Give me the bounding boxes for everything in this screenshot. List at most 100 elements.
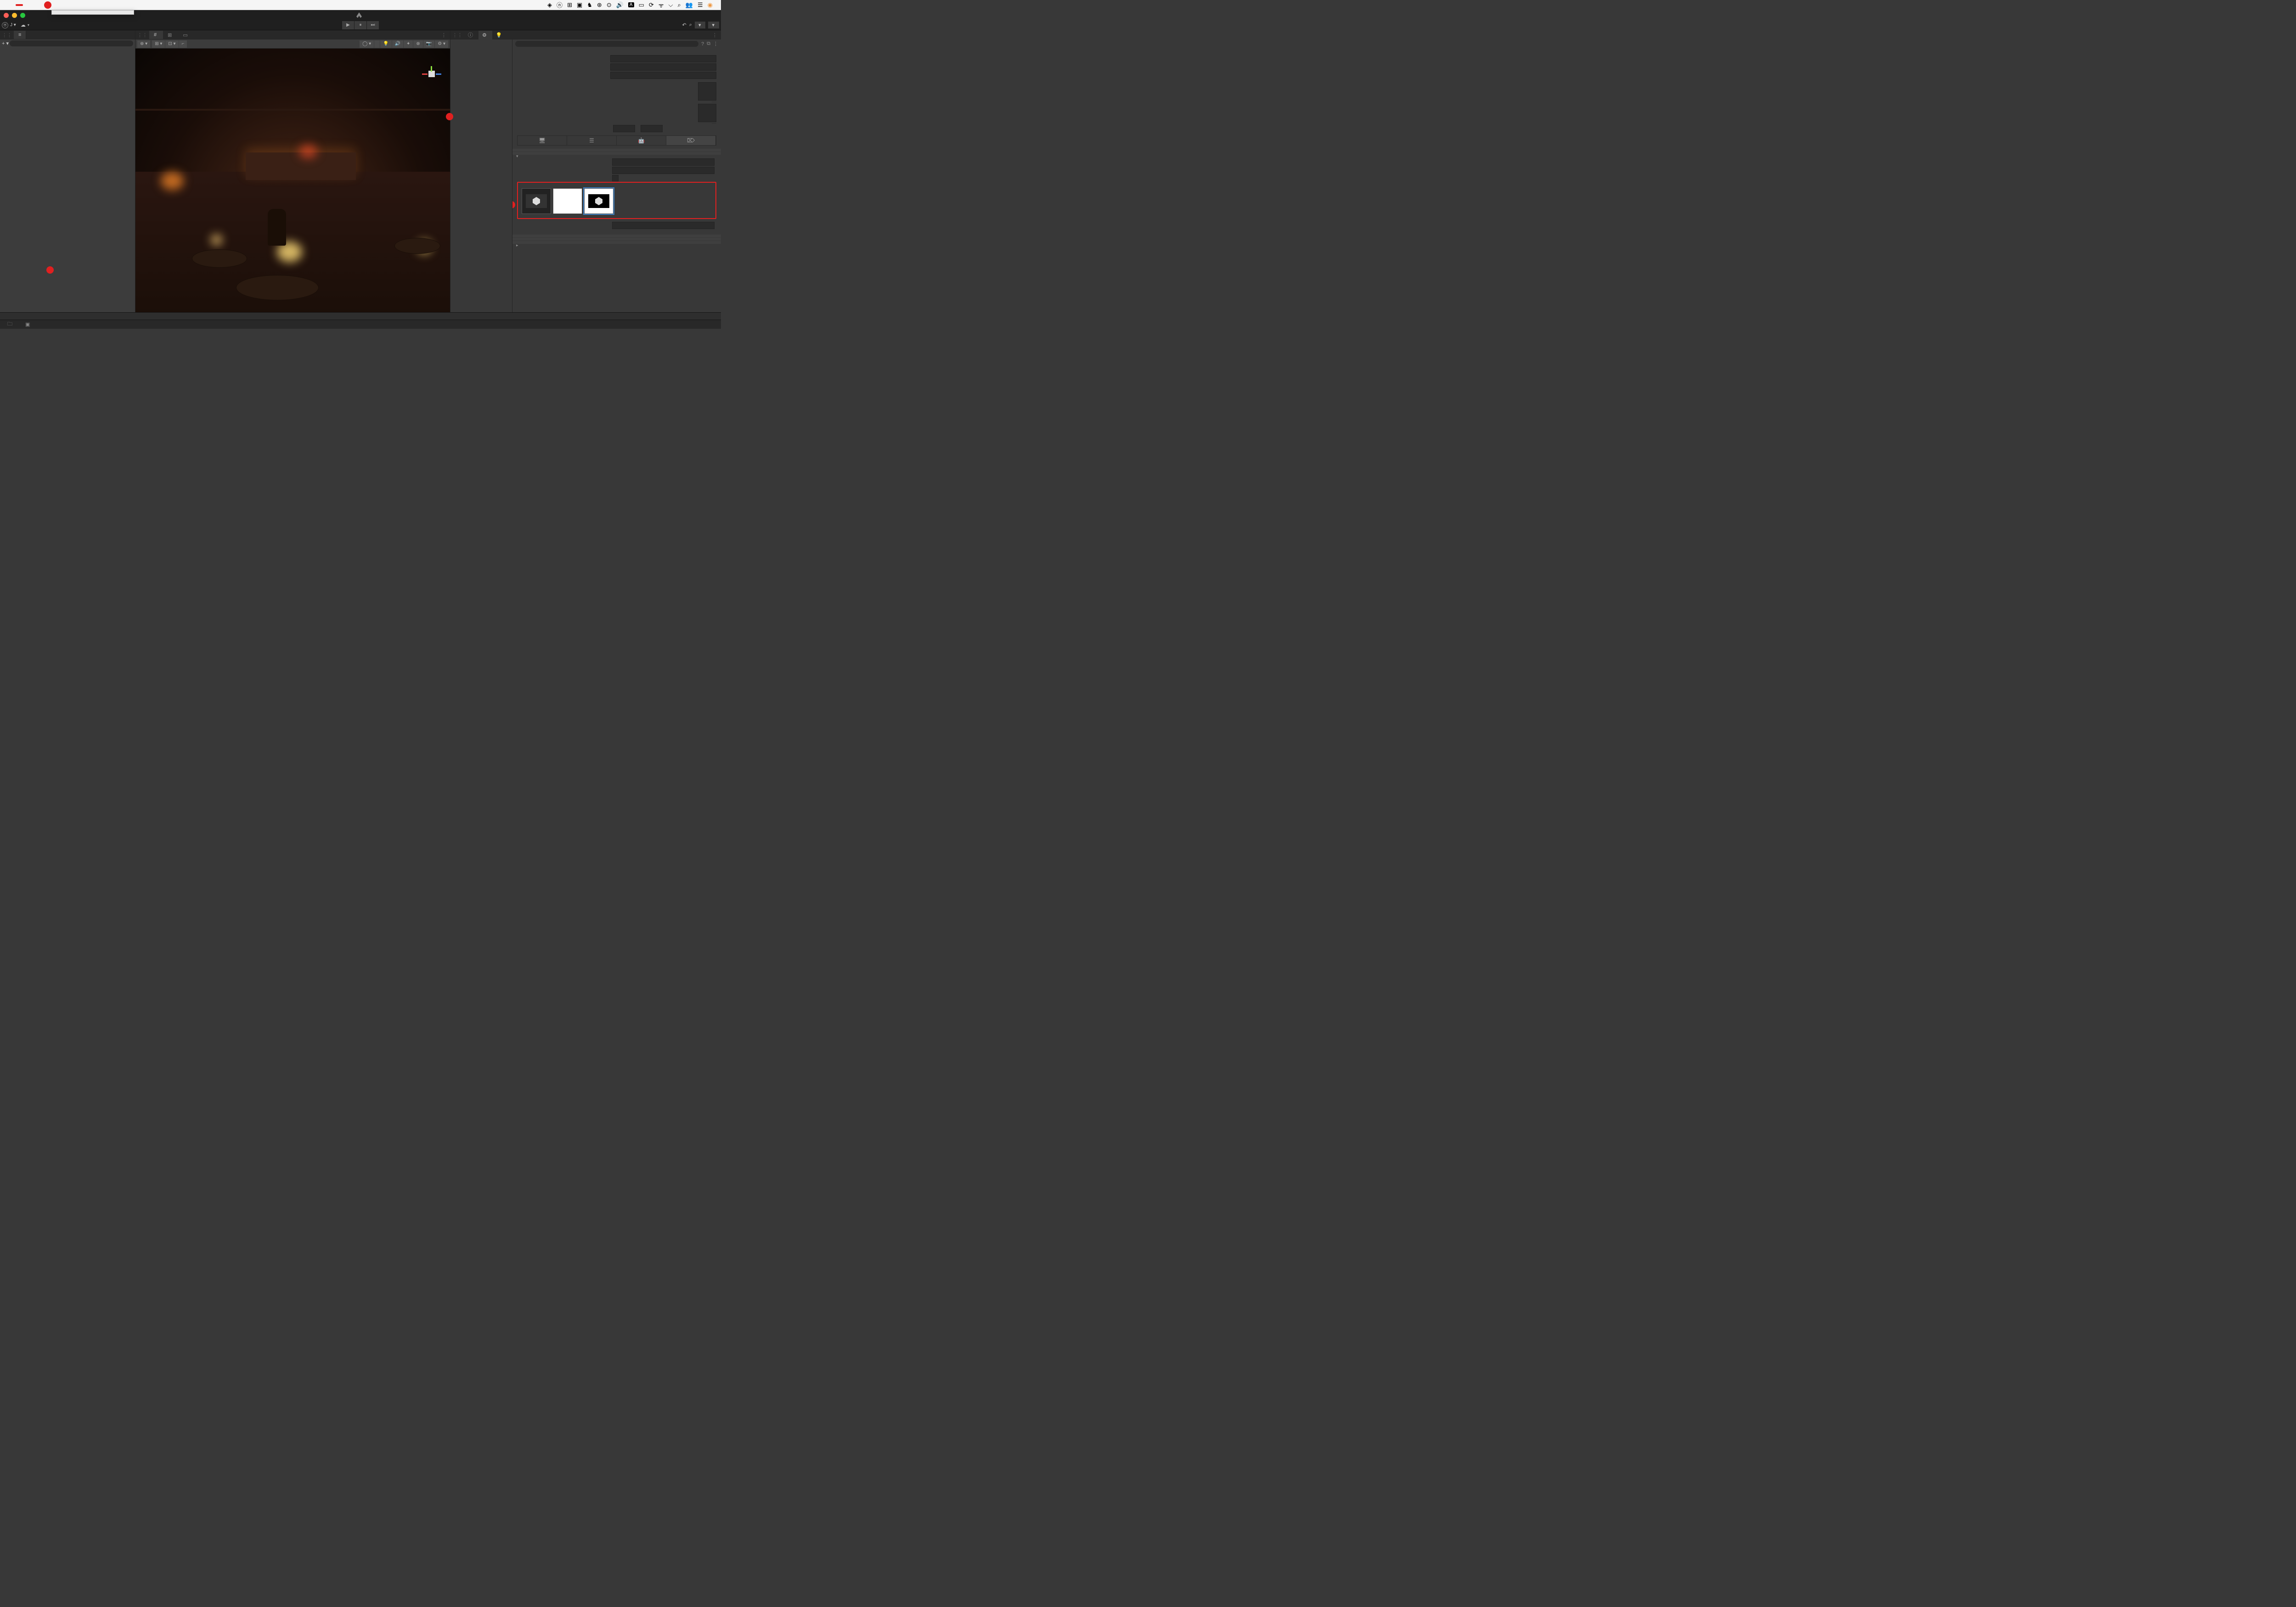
gizmos-dropdown[interactable]: ⚙ ▾ [435, 40, 448, 48]
updates-icon[interactable]: ⟳ [649, 1, 654, 9]
traffic-lights[interactable] [4, 13, 25, 18]
account-icon[interactable]: ⦿ [2, 22, 8, 28]
hierarchy-search-input[interactable] [10, 40, 133, 46]
battery-icon[interactable]: ▭ [639, 1, 644, 9]
lighting-tab[interactable]: 💡 [492, 31, 508, 39]
draw-mode-button[interactable]: ◯ ▾ [360, 40, 374, 48]
hotspot-x-input[interactable] [613, 125, 635, 132]
account-dropdown[interactable]: J ▾ [10, 22, 16, 28]
folder-icon: 🗀 [7, 320, 12, 329]
game-tab[interactable]: ▭ [178, 31, 194, 39]
rewind-icon[interactable]: ⊛ [597, 1, 602, 9]
hotspot-y-input[interactable] [641, 125, 663, 132]
hidden-toggle[interactable]: ⊗ [413, 40, 422, 48]
product-description-input[interactable] [612, 222, 715, 229]
drag-handle-icon[interactable]: ⋮⋮ [0, 32, 14, 38]
info-icon: ⓘ [468, 31, 473, 39]
publishing-section[interactable] [512, 241, 721, 244]
inspector-tab[interactable]: ⓘ [464, 30, 478, 40]
pause-button[interactable]: ⏸ [355, 21, 366, 29]
shared-setting-footnote [514, 230, 719, 233]
animator-tab[interactable]: ⊞ [163, 31, 178, 39]
user-icon[interactable]: 👥 [686, 1, 693, 9]
scene-gizmo[interactable] [420, 62, 443, 85]
2d-toggle[interactable] [374, 40, 380, 48]
help-icon[interactable]: ? [701, 41, 704, 47]
notion-icon[interactable]: ⓝ [557, 0, 563, 9]
platform-standalone[interactable]: 🖥 [518, 136, 567, 145]
canvas-height-input[interactable] [612, 167, 715, 174]
scene-tab[interactable]: # [149, 31, 163, 39]
wifi-icon[interactable]: ᯤ [658, 1, 664, 9]
close-icon[interactable] [4, 13, 9, 18]
bulb-icon: 💡 [496, 32, 502, 38]
version-input[interactable] [610, 72, 716, 79]
platform-webgl[interactable]: ⌦ [666, 136, 716, 145]
bluetooth-icon[interactable]: ⌵ [669, 1, 673, 9]
run-in-bg-checkbox[interactable] [612, 175, 619, 181]
layers-dropdown[interactable]: ▾ [695, 22, 706, 28]
icon-section[interactable] [512, 149, 721, 152]
pivot-local-dropdown[interactable]: ⊕ ▾ [137, 40, 150, 48]
create-dropdown[interactable]: + ▾ [2, 40, 9, 46]
play-button[interactable]: ▶ [342, 21, 354, 29]
hierarchy-tab[interactable]: ≡ [14, 31, 26, 39]
menu-edit[interactable] [16, 4, 23, 6]
drag-handle-icon[interactable]: ⋮⋮ [135, 32, 149, 38]
scene-context-menu[interactable]: ⋮ [438, 32, 450, 38]
canvas-width-input[interactable] [612, 158, 715, 166]
fx-toggle[interactable]: ✦ [404, 40, 413, 48]
square-icon[interactable]: ▣ [577, 1, 582, 9]
cloud-icon[interactable]: ☁ [21, 22, 26, 28]
a-icon[interactable]: A [628, 2, 634, 7]
default-icon-select[interactable] [712, 101, 716, 102]
camera-button[interactable]: 📷 [423, 40, 434, 48]
undo-history-icon[interactable]: ↶ [682, 22, 687, 28]
grid-snap-button[interactable]: ⊞ ▾ [152, 40, 165, 48]
minimize-icon[interactable] [12, 13, 17, 18]
mac-menubar: ◈ ⓝ ⊞ ▣ ♞ ⊛ ⊙ 🔊 A ▭ ⟳ ᯤ ⌵ ⌕ 👥 ☰ ◉ [0, 0, 721, 10]
platform-android[interactable]: 🤖 [617, 136, 666, 145]
layout-dropdown[interactable]: ▾ [708, 22, 719, 28]
platform-tabs: 🖥 ☰ 🤖 ⌦ [517, 135, 716, 146]
scene-viewport[interactable] [135, 49, 450, 322]
resolution-section[interactable] [512, 152, 721, 155]
settings-menu-icon[interactable]: ⋮ [713, 41, 718, 47]
webgl-template-cards [519, 188, 715, 215]
grid-icon[interactable]: ⊞ [567, 1, 572, 9]
default-icon-picker[interactable] [698, 82, 716, 101]
settings-search-input[interactable] [515, 41, 698, 47]
snap-increment-button[interactable]: ⊡ ▾ [165, 40, 178, 48]
lighting-toggle[interactable]: 💡 [380, 40, 391, 48]
company-name-input[interactable] [610, 55, 716, 62]
search-global-icon[interactable]: ⌕ [689, 22, 692, 28]
volume-icon[interactable]: 🔊 [616, 1, 624, 9]
snap-button[interactable]: ⌐ [179, 40, 187, 48]
template-pwa[interactable] [584, 188, 613, 215]
default-cursor-picker[interactable] [698, 104, 716, 122]
project-settings-tab[interactable]: ⚙ [478, 31, 492, 39]
other-section[interactable] [512, 238, 721, 241]
product-name-input[interactable] [610, 63, 716, 71]
template-minimal[interactable] [553, 188, 582, 215]
control-center-icon[interactable]: ☰ [698, 1, 703, 9]
project-tab[interactable]: 🗀 [3, 319, 19, 330]
drag-handle-icon[interactable]: ⋮⋮ [450, 32, 464, 38]
bird-icon[interactable]: ♞ [587, 1, 592, 9]
search-icon[interactable]: ⌕ [678, 1, 681, 9]
default-cursor-select[interactable] [712, 123, 716, 124]
play-icon[interactable]: ⊙ [607, 1, 612, 9]
maximize-icon[interactable] [20, 13, 25, 18]
ps-context-menu[interactable]: ⋮ [709, 32, 721, 38]
template-default[interactable] [522, 188, 551, 215]
status-strip [0, 312, 721, 320]
platform-dedicated[interactable]: ☰ [567, 136, 617, 145]
diamond-icon[interactable]: ◈ [547, 1, 552, 9]
console-tab[interactable]: ▣ [21, 320, 36, 328]
audio-toggle[interactable]: 🔊 [392, 40, 403, 48]
step-button[interactable]: ⏭ [367, 21, 379, 29]
preset-icon[interactable]: ⧉ [707, 41, 710, 47]
splash-section[interactable] [512, 235, 721, 237]
player-settings-content: ? ⧉ ⋮ [512, 39, 721, 322]
siri-icon[interactable]: ◉ [708, 1, 713, 9]
